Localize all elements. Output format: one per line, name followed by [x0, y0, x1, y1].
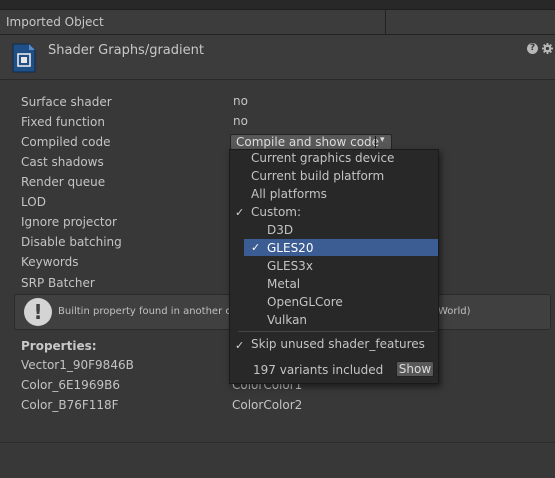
- label-disable-batching: Disable batching: [21, 235, 122, 249]
- variants-count: 197 variants included: [253, 363, 384, 377]
- menu-item-vulkan[interactable]: Vulkan: [267, 311, 307, 329]
- info-text-end: World): [438, 306, 471, 317]
- label-compiled-code: Compiled code: [21, 135, 111, 149]
- divider: [0, 442, 555, 443]
- shader-file-icon: [12, 43, 36, 73]
- property-name: Vector1_90F9846B: [21, 358, 134, 372]
- menu-item-all-platforms[interactable]: All platforms: [251, 185, 327, 203]
- divider: [385, 9, 386, 34]
- label-fixed-function: Fixed function: [21, 115, 105, 129]
- label-srp-batcher: SRP Batcher: [21, 276, 95, 290]
- check-icon: ✓: [235, 206, 245, 219]
- show-variants-button[interactable]: Show: [396, 361, 434, 377]
- menu-item-current-graphics-device[interactable]: Current graphics device: [251, 149, 394, 167]
- menu-item-gles3x[interactable]: GLES3x: [267, 257, 313, 275]
- question-icon[interactable]: ?: [527, 43, 538, 54]
- properties-heading: Properties:: [21, 339, 97, 353]
- title-bar: Imported Object: [0, 9, 555, 35]
- window-title: Imported Object: [6, 15, 104, 29]
- property-name: Color_6E1969B6: [21, 378, 120, 392]
- check-icon: ✓: [251, 241, 261, 254]
- info-text: Builtin property found in another cb: [58, 306, 238, 317]
- menu-item-current-build-platform[interactable]: Current build platform: [251, 167, 384, 185]
- menu-item-metal[interactable]: Metal: [267, 275, 300, 293]
- property-value: ColorColor2: [232, 398, 303, 412]
- label-ignore-projector: Ignore projector: [21, 215, 117, 229]
- property-name: Color_B76F118F: [21, 398, 119, 412]
- label-lod: LOD: [21, 195, 46, 209]
- menu-item-custom[interactable]: Custom:: [251, 203, 301, 221]
- menu-item-skip-unused[interactable]: Skip unused shader_features: [251, 335, 425, 353]
- value-surface-shader: no: [233, 94, 248, 108]
- menu-separator: [238, 331, 435, 332]
- top-strip: [0, 0, 555, 9]
- button-separator: [375, 136, 376, 148]
- menu-item-gles20[interactable]: GLES20: [267, 239, 313, 257]
- warning-icon: !: [24, 298, 52, 326]
- menu-item-openglcore[interactable]: OpenGLCore: [267, 293, 343, 311]
- menu-item-d3d[interactable]: D3D: [267, 221, 293, 239]
- check-icon: ✓: [235, 339, 245, 352]
- value-fixed-function: no: [233, 114, 248, 128]
- label-surface-shader: Surface shader: [21, 95, 112, 109]
- asset-title: Shader Graphs/gradient: [48, 43, 204, 58]
- gear-icon[interactable]: [542, 43, 553, 54]
- label-cast-shadows: Cast shadows: [21, 155, 104, 169]
- dropdown-arrow-icon[interactable]: ▾: [380, 135, 385, 145]
- compile-show-code-button[interactable]: Compile and show code ▾: [230, 134, 392, 150]
- compile-button-label: Compile and show code: [236, 135, 380, 149]
- label-keywords: Keywords: [21, 255, 79, 269]
- label-render-queue: Render queue: [21, 175, 106, 189]
